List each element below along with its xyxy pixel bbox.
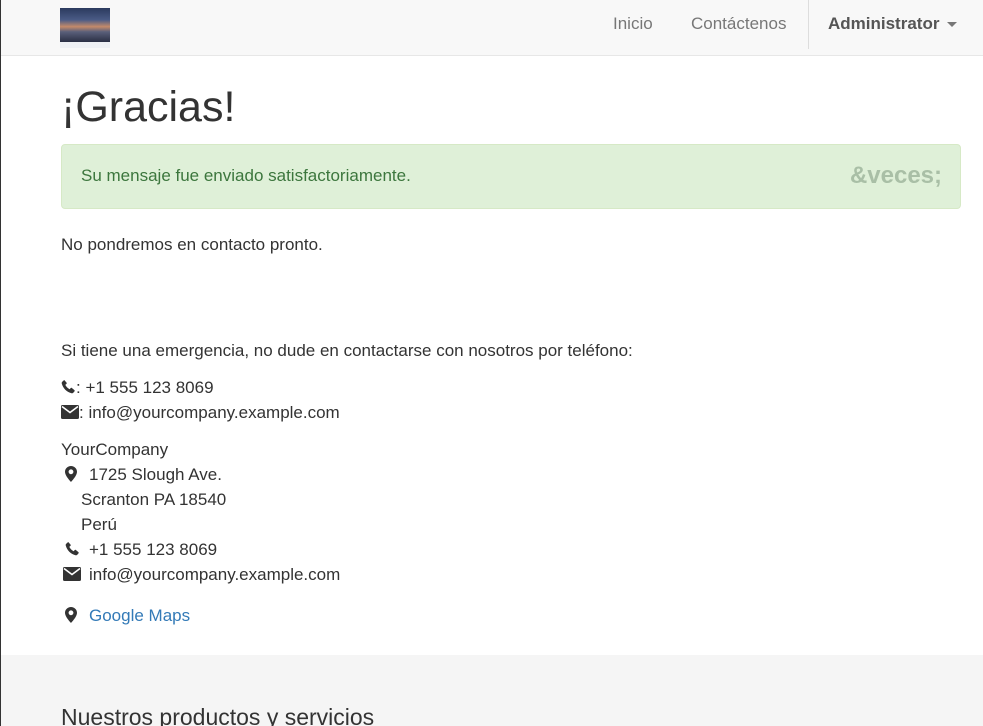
caret-down-icon bbox=[947, 22, 958, 28]
emergency-text: Si tiene una emergencia, no dude en cont… bbox=[61, 341, 633, 360]
phone-icon bbox=[65, 541, 81, 556]
emergency-email-text: : info@yourcompany.example.com bbox=[79, 403, 340, 422]
company-street-text: 1725 Slough Ave. bbox=[89, 465, 222, 484]
page-title: ¡Gracias! bbox=[61, 83, 236, 131]
company-logo[interactable] bbox=[60, 8, 110, 48]
nav-item-inicio[interactable]: Inicio bbox=[613, 0, 653, 48]
company-email-text: info@yourcompany.example.com bbox=[89, 565, 341, 584]
company-email: info@yourcompany.example.com bbox=[63, 563, 340, 587]
followup-text: No pondremos en contacto pronto. bbox=[61, 235, 323, 254]
envelope-icon bbox=[63, 566, 81, 581]
alert-message: Su mensaje fue enviado satisfactoriament… bbox=[81, 166, 411, 185]
phone-icon bbox=[61, 379, 76, 394]
map-marker-icon bbox=[65, 465, 81, 482]
company-phone: +1 555 123 8069 bbox=[65, 538, 217, 562]
nav-item-contactenos[interactable]: Contáctenos bbox=[691, 0, 786, 48]
google-maps-link[interactable]: Google Maps bbox=[89, 606, 190, 625]
emergency-phone-text: : +1 555 123 8069 bbox=[76, 378, 214, 397]
footer-title: Nuestros productos y servicios bbox=[61, 704, 375, 726]
success-alert: Su mensaje fue enviado satisfactoriament… bbox=[61, 144, 961, 209]
top-navbar: Inicio Contáctenos Administrator bbox=[1, 0, 983, 56]
company-city: Scranton PA 18540 bbox=[81, 490, 227, 509]
emergency-email: : info@yourcompany.example.com bbox=[61, 401, 340, 425]
user-name: Administrator bbox=[828, 14, 940, 33]
emergency-phone: : +1 555 123 8069 bbox=[61, 376, 214, 400]
user-menu-dropdown[interactable]: Administrator bbox=[828, 0, 958, 48]
nav-divider bbox=[808, 0, 809, 49]
map-marker-icon bbox=[65, 606, 81, 623]
envelope-icon bbox=[61, 404, 79, 419]
company-phone-text: +1 555 123 8069 bbox=[89, 540, 218, 559]
page: Inicio Contáctenos Administrator ¡Gracia… bbox=[0, 0, 983, 726]
company-name: YourCompany bbox=[61, 440, 169, 459]
company-country: Perú bbox=[81, 515, 117, 534]
alert-close-button[interactable]: &veces; bbox=[850, 162, 942, 190]
google-maps-row: Google Maps bbox=[65, 604, 190, 628]
company-street: 1725 Slough Ave. bbox=[65, 463, 222, 487]
